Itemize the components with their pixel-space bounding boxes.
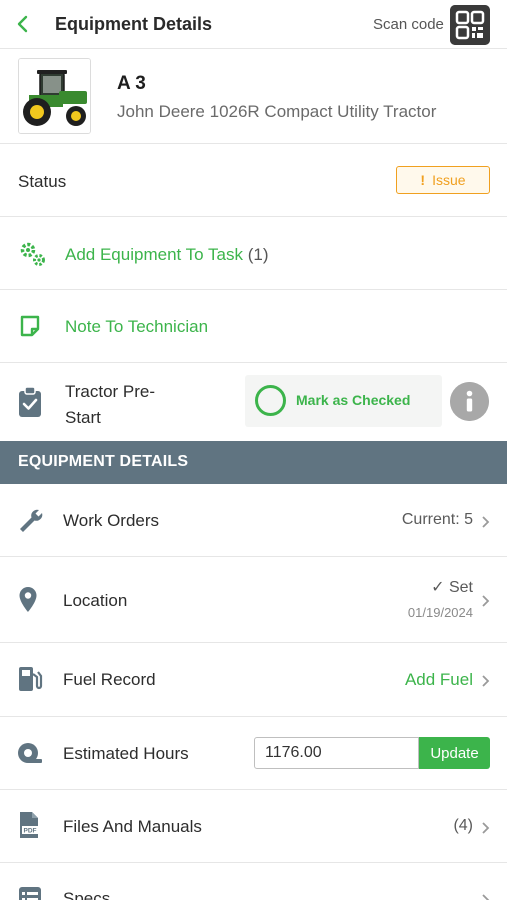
estimated-hours-input[interactable] <box>254 737 419 769</box>
prestart-label-line1: Tractor Pre- <box>65 382 156 401</box>
status-badge[interactable]: ! Issue <box>396 166 490 194</box>
specs-label: Specs <box>63 889 111 900</box>
chevron-right-icon <box>482 516 490 528</box>
check-circle-icon <box>255 385 286 416</box>
fuel-pump-icon <box>19 667 43 691</box>
chevron-right-icon <box>482 822 490 834</box>
specs-row[interactable]: Specs <box>0 863 507 900</box>
note-to-technician-link[interactable]: Note To Technician <box>65 317 208 337</box>
equipment-thumbnail[interactable] <box>18 58 91 134</box>
equipment-summary: A 3 John Deere 1026R Compact Utility Tra… <box>0 49 507 144</box>
location-date: 01/19/2024 <box>407 605 473 620</box>
location-row[interactable]: Location ✓ Set 01/19/2024 <box>0 557 507 643</box>
svg-text:PDF: PDF <box>24 828 37 835</box>
add-equipment-to-task-link[interactable]: Add Equipment To Task (1) <box>65 245 269 265</box>
add-to-task-row[interactable]: Add Equipment To Task (1) <box>0 217 507 290</box>
fuel-record-row[interactable]: Fuel Record Add Fuel <box>0 643 507 717</box>
prestart-row: Tractor Pre- Start Mark as Checked <box>0 363 507 441</box>
location-set-label: Set <box>448 579 473 596</box>
mark-as-checked-button[interactable]: Mark as Checked <box>245 375 442 427</box>
status-label: Status <box>18 172 67 191</box>
work-orders-row[interactable]: Work Orders Current: 5 <box>0 484 507 557</box>
hour-meter-icon <box>18 743 42 763</box>
add-to-task-count: (1) <box>247 245 269 264</box>
wrench-icon <box>20 509 43 532</box>
chevron-right-icon <box>482 595 490 607</box>
gears-icon <box>20 242 45 266</box>
add-fuel-link[interactable]: Add Fuel <box>405 670 473 690</box>
chevron-right-icon <box>482 894 490 900</box>
prestart-label-line2: Start <box>65 408 101 427</box>
estimated-hours-row: Estimated Hours Update <box>0 717 507 790</box>
clipboard-check-icon <box>19 386 41 417</box>
warning-mark: ! <box>420 172 426 188</box>
status-badge-text: Issue <box>432 172 466 188</box>
pdf-file-icon: PDF <box>20 812 38 838</box>
work-orders-count: Current: 5 <box>401 511 473 528</box>
scan-code-label[interactable]: Scan code <box>373 16 444 33</box>
back-chevron-icon[interactable] <box>12 10 36 38</box>
fuel-record-label: Fuel Record <box>63 670 156 689</box>
note-icon <box>20 315 40 337</box>
top-bar: Equipment Details Scan code <box>0 0 507 49</box>
update-button[interactable]: Update <box>419 737 490 769</box>
prestart-label: Tractor Pre- Start <box>65 379 155 431</box>
equipment-name: A 3 <box>117 73 146 94</box>
add-to-task-label: Add Equipment To Task <box>65 245 243 264</box>
files-count: (4) <box>453 817 473 834</box>
location-set-status: ✓ Set <box>431 577 473 597</box>
page-title: Equipment Details <box>55 14 213 34</box>
tractor-image <box>19 59 90 133</box>
location-pin-icon <box>19 587 37 612</box>
section-title: EQUIPMENT DETAILS <box>18 453 189 470</box>
mark-as-checked-label: Mark as Checked <box>296 392 411 408</box>
estimated-hours-label: Estimated Hours <box>63 744 189 763</box>
status-row: Status ! Issue <box>0 144 507 217</box>
equipment-model: John Deere 1026R Compact Utility Tractor <box>117 102 437 121</box>
note-row[interactable]: Note To Technician <box>0 290 507 363</box>
checkmark-icon: ✓ <box>431 579 445 596</box>
info-icon[interactable] <box>450 382 489 421</box>
chevron-right-icon <box>482 675 490 687</box>
files-manuals-row[interactable]: PDF Files And Manuals (4) <box>0 790 507 863</box>
section-header: EQUIPMENT DETAILS <box>0 441 507 484</box>
location-label: Location <box>63 591 128 610</box>
work-orders-label: Work Orders <box>63 511 160 530</box>
qr-code-icon[interactable] <box>450 5 490 45</box>
files-manuals-label: Files And Manuals <box>63 817 202 836</box>
list-icon <box>19 887 41 900</box>
